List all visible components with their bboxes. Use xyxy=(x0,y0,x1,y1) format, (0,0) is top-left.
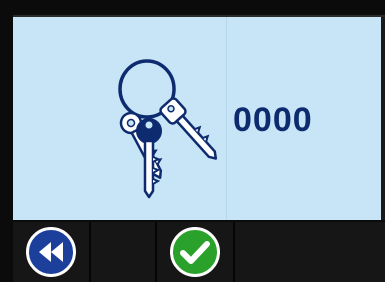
rewind-icon xyxy=(26,227,76,277)
code-value: 0000 xyxy=(233,101,313,139)
display-edge xyxy=(381,17,385,220)
screen: 0000 xyxy=(0,0,385,282)
display-divider xyxy=(226,17,227,220)
back-button[interactable] xyxy=(26,227,76,277)
confirm-button[interactable] xyxy=(170,227,220,277)
keys-icon xyxy=(118,59,218,199)
display-panel: 0000 xyxy=(13,15,385,220)
toolbar-slot-empty xyxy=(91,222,155,282)
toolbar xyxy=(13,222,385,282)
toolbar-slot-empty xyxy=(235,222,385,282)
checkmark-icon xyxy=(170,227,220,277)
